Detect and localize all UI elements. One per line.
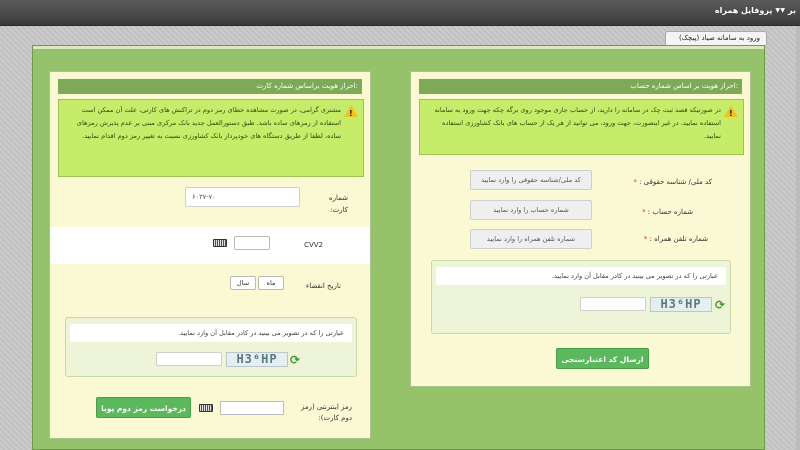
account-number-label: شماره حساب : * bbox=[642, 208, 693, 216]
account-captcha-instruction: عبارتی را که در تصویر می بینید در کادر م… bbox=[436, 267, 726, 285]
card-warning-box: مشتری گرامی، در صورت مشاهده خطای رمز دوم… bbox=[58, 99, 364, 177]
main-panel: احراز هویت بر اساس شماره حساب: در صورتیک… bbox=[32, 45, 765, 450]
account-card-title: احراز هویت بر اساس شماره حساب: bbox=[419, 79, 742, 94]
expiry-year-input[interactable]: سال bbox=[230, 276, 256, 290]
card-auth-card: احراز هویت براساس شماره کارت: مشتری گرام… bbox=[49, 71, 371, 439]
mobile-number-label: شماره تلفن همراه : * bbox=[643, 235, 708, 243]
warning-icon bbox=[724, 105, 738, 120]
account-warning-box: در صورتیکه قصد ثبت چک در سامانه را دارید… bbox=[419, 99, 744, 155]
chevron-down-icon: ▼ bbox=[780, 7, 786, 14]
request-dynamic-password-button[interactable]: درخواست رمز دوم پویا bbox=[96, 397, 191, 418]
card-captcha-input[interactable] bbox=[156, 352, 222, 366]
card-captcha-instruction: عبارتی را که در تصویر می بینید در کادر م… bbox=[70, 324, 352, 342]
account-captcha-image: H3⁶HP bbox=[650, 297, 712, 312]
card-number-label: شماره کارت: bbox=[328, 194, 348, 214]
refresh-icon[interactable]: ⟳ bbox=[290, 354, 302, 366]
national-id-input[interactable]: کد ملی/شناسه حقوقی را وارد نمایید bbox=[470, 170, 592, 190]
cvv2-row: CVV2 bbox=[50, 227, 370, 264]
menu-partial-label: بر bbox=[788, 6, 796, 15]
refresh-icon[interactable]: ⟳ bbox=[715, 299, 727, 311]
top-navbar: ▼ بر پروفایل همراه ▼ bbox=[0, 0, 800, 26]
otp-input[interactable] bbox=[220, 401, 284, 415]
otp-label: رمز اینترنتی (رمز دوم کارت): bbox=[300, 403, 352, 422]
menu-partial[interactable]: ▼ بر bbox=[780, 6, 796, 15]
card-auth-title: احراز هویت براساس شماره کارت: bbox=[58, 79, 362, 94]
keyboard-icon[interactable] bbox=[213, 239, 227, 247]
page-scrollbar[interactable] bbox=[796, 26, 800, 450]
account-auth-card: احراز هویت بر اساس شماره حساب: در صورتیک… bbox=[410, 71, 751, 387]
panel-stripe bbox=[33, 46, 764, 49]
cvv2-label: CVV2 bbox=[304, 241, 323, 249]
national-id-label: کد ملی/ شناسه حقوقی : * bbox=[633, 178, 712, 186]
menu-mobile-profile[interactable]: پروفایل همراه ▼ bbox=[715, 6, 780, 15]
warning-icon bbox=[344, 105, 358, 120]
expiry-month-input[interactable]: ماه bbox=[258, 276, 284, 290]
account-number-input[interactable]: شماره حساب را وارد نمایید bbox=[470, 200, 592, 220]
card-warning-text: مشتری گرامی، در صورت مشاهده خطای رمز دوم… bbox=[76, 106, 341, 140]
account-warning-text: در صورتیکه قصد ثبت چک در سامانه را دارید… bbox=[434, 106, 721, 140]
account-captcha-input[interactable] bbox=[580, 297, 646, 311]
menu-mobile-profile-label: پروفایل همراه bbox=[714, 6, 773, 15]
cvv2-input[interactable] bbox=[234, 236, 270, 250]
page-tab[interactable]: ورود به سامانه صیاد (پیچک) bbox=[665, 31, 767, 45]
card-captcha-box: عبارتی را که در تصویر می بینید در کادر م… bbox=[65, 317, 357, 377]
send-verification-code-button[interactable]: ارسال کد اعتبارسنجی bbox=[556, 348, 649, 369]
keyboard-icon[interactable] bbox=[199, 404, 213, 412]
card-number-input[interactable]: ۶۰۳۷-۷۰ bbox=[185, 187, 300, 207]
mobile-number-input[interactable]: شماره تلفن همراه را وارد نمایید bbox=[470, 229, 592, 249]
account-captcha-box: عبارتی را که در تصویر می بینید در کادر م… bbox=[431, 260, 731, 334]
card-captcha-image: H3⁶HP bbox=[226, 352, 288, 367]
chevron-down-icon: ▼ bbox=[775, 7, 780, 14]
expiry-label: تاریخ انقضاء bbox=[305, 282, 341, 290]
